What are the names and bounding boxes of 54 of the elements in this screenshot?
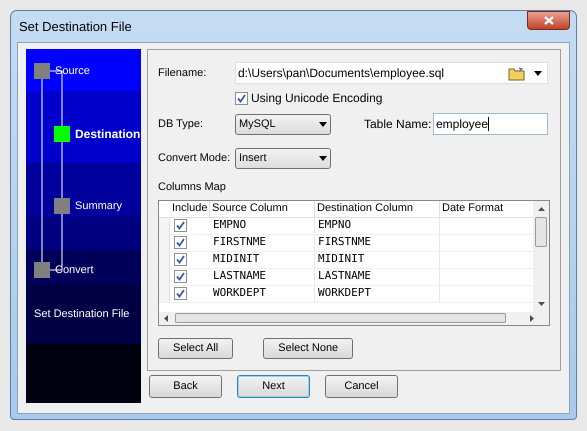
- dialog-button[interactable]: Back: [149, 375, 222, 398]
- dropdown-arrow-icon: [319, 156, 327, 160]
- checkbox[interactable]: [174, 270, 187, 283]
- sidebar-caption: Set Destination File: [33, 306, 130, 322]
- filename-label: Filename:: [158, 66, 208, 81]
- step-label: Convert: [55, 263, 94, 278]
- select-button[interactable]: Select None: [263, 338, 354, 358]
- convert-mode-dropdown[interactable]: Insert: [235, 148, 331, 168]
- folder-icon[interactable]: [508, 66, 526, 80]
- checkbox-label: Using Unicode Encoding: [251, 90, 382, 107]
- checkbox[interactable]: [235, 92, 248, 104]
- column-header[interactable]: Include: [170, 200, 210, 216]
- checkbox[interactable]: [174, 236, 187, 249]
- table-cell: MIDINIT: [210, 252, 315, 268]
- horizontal-scrollbar[interactable]: [159, 312, 549, 324]
- select-button[interactable]: Select All: [158, 338, 234, 358]
- filename-field[interactable]: d:\Users\pan\Documents\employee.sql: [235, 62, 548, 84]
- close-icon: [544, 16, 554, 25]
- db-type-dropdown[interactable]: MySQL: [235, 114, 331, 134]
- step-label: Summary: [75, 199, 122, 214]
- step-label: Source: [55, 64, 90, 79]
- close-button[interactable]: [527, 11, 570, 30]
- column-header[interactable]: Source Column: [210, 200, 315, 216]
- checkbox[interactable]: [174, 253, 187, 266]
- step-label: Destination: [75, 126, 140, 143]
- window-title: Set Destination File: [18, 18, 132, 36]
- scroll-thumb[interactable]: [535, 216, 547, 246]
- scroll-thumb[interactable]: [175, 313, 506, 324]
- table-cell: LASTNAME: [315, 268, 440, 284]
- scroll-up-icon[interactable]: [538, 206, 544, 210]
- section-label: Columns Map: [158, 180, 227, 195]
- scroll-down-icon[interactable]: [538, 302, 544, 306]
- convert-mode-label: Convert Mode:: [158, 150, 232, 166]
- vertical-scrollbar[interactable]: [533, 200, 549, 312]
- checkbox[interactable]: [174, 219, 187, 232]
- dialog-button[interactable]: Next: [237, 375, 310, 398]
- column-header[interactable]: Destination Column: [315, 200, 440, 216]
- scroll-left-icon[interactable]: [164, 314, 168, 322]
- table-cell: EMPNO: [210, 218, 315, 234]
- dialog-button[interactable]: Cancel: [325, 375, 398, 398]
- scroll-right-icon[interactable]: [530, 314, 534, 322]
- table-name-label: Table Name:: [364, 116, 432, 133]
- db-type-label: DB Type:: [158, 116, 204, 132]
- dropdown-arrow-icon[interactable]: [534, 70, 542, 76]
- table-cell: FIRSTNME: [315, 234, 440, 250]
- table-name-field[interactable]: employee: [433, 113, 548, 135]
- table-cell: LASTNAME: [210, 268, 315, 284]
- dropdown-arrow-icon: [319, 122, 327, 126]
- checkbox[interactable]: [174, 287, 187, 300]
- table-cell: WORKDEPT: [210, 286, 315, 302]
- table-cell: EMPNO: [315, 218, 440, 234]
- table-cell: MIDINIT: [315, 252, 440, 268]
- table-cell: WORKDEPT: [315, 286, 440, 302]
- table-cell: FIRSTNME: [210, 234, 315, 250]
